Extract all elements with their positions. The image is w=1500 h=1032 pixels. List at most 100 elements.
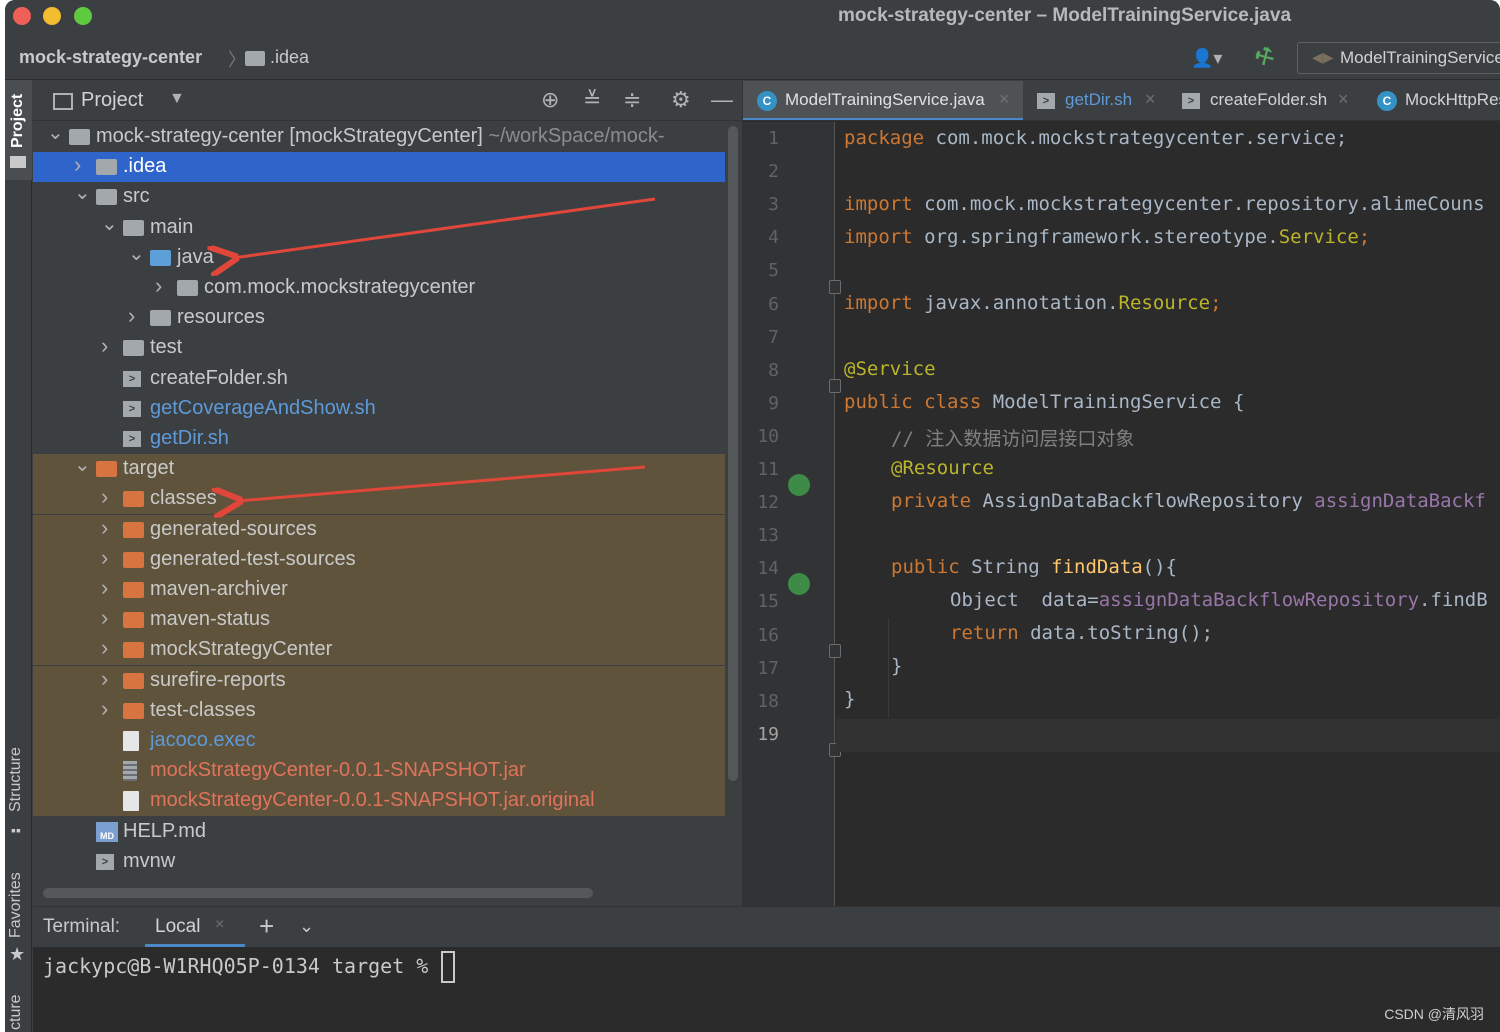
new-terminal-icon[interactable]: + (259, 911, 274, 942)
code-line-10: // 注入数据访问层接口对象 (891, 428, 1135, 450)
tree-item[interactable]: › classes (33, 484, 725, 515)
chevron-right-icon[interactable]: › (101, 515, 108, 541)
horizontal-scrollbar[interactable] (43, 888, 593, 898)
chevron-down-icon[interactable]: ⌄ (74, 452, 91, 477)
breadcrumb-project[interactable]: mock-strategy-center (19, 47, 202, 68)
chevron-down-icon[interactable]: ⌄ (101, 211, 118, 236)
tree-item[interactable]: › generated-test-sources (33, 544, 725, 575)
close-icon[interactable]: × (215, 916, 224, 934)
ide-window: mock-strategy-center – ModelTrainingServ… (5, 0, 1500, 1032)
tab-modeltrainingservice[interactable]: C ModelTrainingService.java × (743, 81, 1023, 120)
line-number: 15 (757, 591, 779, 613)
tree-item[interactable]: › maven-archiver (33, 575, 725, 605)
tree-item[interactable]: jacoco.exec (33, 726, 725, 756)
chevron-right-icon[interactable]: › (155, 273, 162, 299)
tree-item-label: maven-status (150, 608, 271, 631)
line-number: 12 (757, 492, 779, 514)
spring-bean-gutter-icon[interactable] (788, 474, 810, 496)
vertical-scrollbar[interactable] (728, 126, 738, 781)
tree-item[interactable]: ⌄ src (33, 182, 725, 212)
java-class-icon: C (757, 91, 777, 111)
code-line-14: public String findData(){ (891, 556, 1177, 578)
structure-tool-button[interactable]: Structure ▪▪ (5, 730, 32, 840)
line-number: 10 (757, 425, 779, 447)
chevron-down-icon[interactable]: ⌄ (74, 180, 91, 205)
favorites-tool-label: Favorites (7, 872, 24, 938)
tree-item[interactable]: › test (33, 333, 725, 363)
tree-item[interactable]: › resources (33, 303, 725, 333)
close-icon[interactable]: × (1338, 89, 1349, 110)
tree-item[interactable]: ⌄ mock-strategy-center [mockStrategyCente… (33, 122, 725, 152)
close-icon[interactable]: × (999, 89, 1010, 110)
chevron-right-icon[interactable]: › (101, 635, 108, 661)
tree-item[interactable]: > getCoverageAndShow.sh (33, 394, 725, 424)
title-bar: mock-strategy-center – ModelTrainingServ… (5, 0, 1500, 32)
project-panel-title[interactable]: Project (81, 89, 143, 112)
hide-panel-icon[interactable]: — (711, 87, 733, 113)
excluded-folder-icon (123, 521, 144, 538)
code-line-6: import javax.annotation.Resource; (844, 292, 1222, 314)
chevron-down-icon[interactable]: ⌄ (299, 916, 314, 937)
terminal-prompt[interactable]: jackypc@B-W1RHQ05P-0134 target % (43, 954, 440, 978)
tree-item[interactable]: ⌄ main (33, 213, 725, 243)
tree-item[interactable]: › surefire-reports (33, 665, 725, 696)
tree-item[interactable]: ⌄ target (33, 452, 725, 485)
tab-getdir[interactable]: > getDir.sh × (1023, 81, 1166, 120)
bottom-tool-button[interactable]: cture (5, 980, 32, 1032)
spring-bean-gutter-icon[interactable] (788, 573, 810, 595)
code-editor[interactable]: package com.mock.mockstrategycenter.serv… (836, 122, 1500, 906)
minimize-window-button[interactable] (43, 7, 61, 25)
tree-item[interactable]: MD HELP.md (33, 817, 725, 847)
maximize-window-button[interactable] (74, 7, 92, 25)
structure-icon: ▪▪ (11, 822, 21, 838)
chevron-down-icon[interactable]: ⌄ (47, 122, 64, 145)
chevron-right-icon[interactable]: › (101, 484, 108, 510)
close-icon[interactable]: × (1145, 89, 1156, 110)
chevron-right-icon[interactable]: › (101, 605, 108, 631)
favorites-tool-button[interactable]: Favorites ★ (5, 860, 32, 970)
tree-item[interactable]: mockStrategyCenter-0.0.1-SNAPSHOT.jar.or… (33, 786, 725, 817)
code-line-1: package com.mock.mockstrategycenter.serv… (844, 127, 1348, 149)
user-account-icon[interactable]: 👤▾ (1191, 48, 1222, 69)
chevron-down-icon[interactable]: ⌄ (128, 241, 145, 266)
chevron-right-icon[interactable]: › (101, 545, 108, 571)
expand-all-icon[interactable]: ≚ (583, 87, 601, 113)
chevron-right-icon[interactable]: › (128, 303, 135, 329)
gear-icon[interactable]: ⚙ (671, 87, 691, 113)
tab-label: MockHttpRes (1405, 90, 1500, 109)
folder-icon (10, 156, 26, 168)
chevron-right-icon[interactable]: › (101, 696, 108, 722)
terminal-tab-local[interactable]: Local × (145, 907, 245, 947)
tab-mockhttpres[interactable]: C MockHttpRes (1363, 81, 1500, 120)
close-window-button[interactable] (13, 7, 31, 25)
tree-item[interactable]: ⌄ java (33, 243, 725, 273)
chevron-right-icon[interactable]: › (74, 152, 81, 178)
tree-item[interactable]: > getDir.sh (33, 424, 725, 454)
chevron-down-icon[interactable]: ▼ (169, 90, 185, 108)
left-tool-strip: Project Structure ▪▪ Favorites ★ cture (5, 80, 32, 1032)
chevron-right-icon[interactable]: › (101, 666, 108, 692)
tree-item[interactable]: › test-classes (33, 695, 725, 726)
tree-item[interactable]: > createFolder.sh (33, 364, 725, 394)
tree-item[interactable]: mockStrategyCenter-0.0.1-SNAPSHOT.jar (33, 756, 725, 787)
locate-file-icon[interactable]: ⊕ (541, 87, 559, 113)
chevron-right-icon[interactable]: › (101, 333, 108, 359)
build-hammer-icon[interactable]: ⚒ (1250, 41, 1280, 73)
tree-item-label: main (150, 215, 194, 238)
tree-item[interactable]: › maven-status (33, 605, 725, 636)
tree-item[interactable]: › com.mock.mockstrategycenter (33, 273, 725, 303)
tab-createfolder[interactable]: > createFolder.sh × (1168, 81, 1358, 120)
tree-item[interactable]: > mvnw (33, 847, 725, 877)
tree-item-label: getCoverageAndShow.sh (150, 396, 376, 419)
tree-item[interactable]: › mockStrategyCenter (33, 635, 725, 666)
collapse-all-icon[interactable]: ≑ (623, 87, 641, 113)
terminal-panel: Terminal: Local × + ⌄ jackypc@B-W1RHQ05P… (33, 906, 1500, 1032)
project-tool-button[interactable]: Project (5, 80, 32, 180)
terminal-cursor (441, 951, 455, 983)
tree-item[interactable]: › .idea (33, 152, 725, 183)
chevron-right-icon[interactable]: › (101, 575, 108, 601)
run-configuration-selector[interactable]: ◀▶ ModelTrainingService (1297, 42, 1500, 74)
tree-item[interactable]: › generated-sources (33, 514, 725, 545)
bottom-tool-label: cture (7, 994, 24, 1030)
breadcrumb-idea[interactable]: .idea (270, 47, 309, 68)
